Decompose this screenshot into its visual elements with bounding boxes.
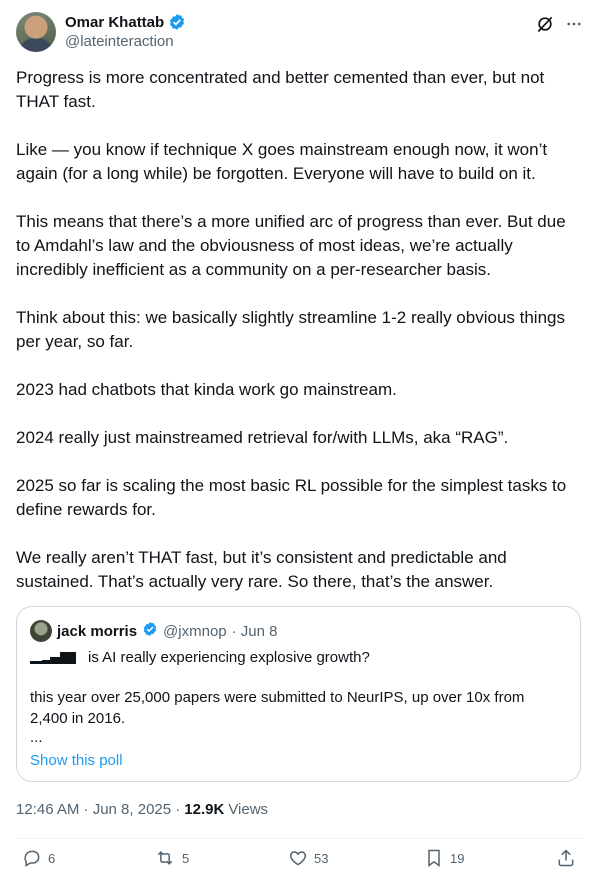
views-count: 12.9K [184,801,225,818]
reply-icon [22,848,42,868]
divider [16,838,583,839]
quoted-tweet-header: jack morris @jxmnop · Jun 8 [30,620,278,642]
repost-count: 5 [182,850,190,866]
share-button[interactable] [556,848,576,868]
author-name[interactable]: Omar Khattab [65,14,164,31]
quoted-date: · Jun 8 [231,622,278,640]
tweet-meta: 12:46 AM · Jun 8, 2025 · 12.9K Views [16,801,268,818]
bookmark-icon [424,848,444,868]
avatar[interactable] [16,12,56,52]
action-bar: 6 5 53 19 [16,848,583,878]
tweet-text: Progress is more concentrated and better… [16,66,582,618]
repost-button[interactable]: 5 [154,848,189,868]
poll-question: is AI really experiencing explosive grow… [88,649,370,666]
poll-icon [30,651,76,664]
like-button[interactable]: 53 [288,848,328,868]
tweet-paragraph: 2023 had chatbots that kinda work go mai… [16,380,397,399]
verified-badge-icon [142,621,158,641]
bookmark-button[interactable]: 19 [424,848,464,868]
tweet-paragraph: Like — you know if technique X goes main… [16,140,548,183]
share-icon [556,848,576,868]
quoted-tweet[interactable]: jack morris @jxmnop · Jun 8 is AI really… [16,606,581,782]
author-handle[interactable]: @lateinteraction [65,33,174,50]
quoted-author-handle: @jxmnop [163,622,227,640]
quoted-poll-line: is AI really experiencing explosive grow… [30,649,370,666]
quoted-ellipsis: ... [30,729,43,746]
quoted-avatar [30,620,52,642]
top-actions [535,14,583,39]
show-poll-link[interactable]: Show this poll [30,752,123,769]
tweet-paragraph: Think about this: we basically slightly … [16,308,565,351]
reply-count: 6 [48,850,56,866]
views-label: Views [228,801,269,818]
tweet-paragraph: This means that there’s a more unified a… [16,212,566,279]
verified-badge-icon [168,13,186,31]
tweet-paragraph: 2024 really just mainstreamed retrieval … [16,428,509,447]
tweet-paragraph: Progress is more concentrated and better… [16,68,545,111]
author-name-row: Omar Khattab [65,13,186,31]
like-count: 53 [314,850,329,866]
quoted-body: this year over 25,000 papers were submit… [30,689,525,727]
repost-icon [154,848,176,868]
tweet-paragraph: 2025 so far is scaling the most basic RL… [16,476,567,519]
bookmark-count: 19 [450,850,465,866]
grok-icon[interactable] [535,14,555,39]
heart-icon [288,848,308,868]
reply-button[interactable]: 6 [22,848,55,868]
more-options-icon[interactable] [565,15,583,38]
tweet-paragraph: We really aren’t THAT fast, but it’s con… [16,548,507,591]
tweet-header: Omar Khattab @lateinteraction [16,12,583,54]
quoted-author-name: jack morris [57,622,138,640]
tweet-timestamp[interactable]: 12:46 AM · Jun 8, 2025 · [16,801,180,818]
